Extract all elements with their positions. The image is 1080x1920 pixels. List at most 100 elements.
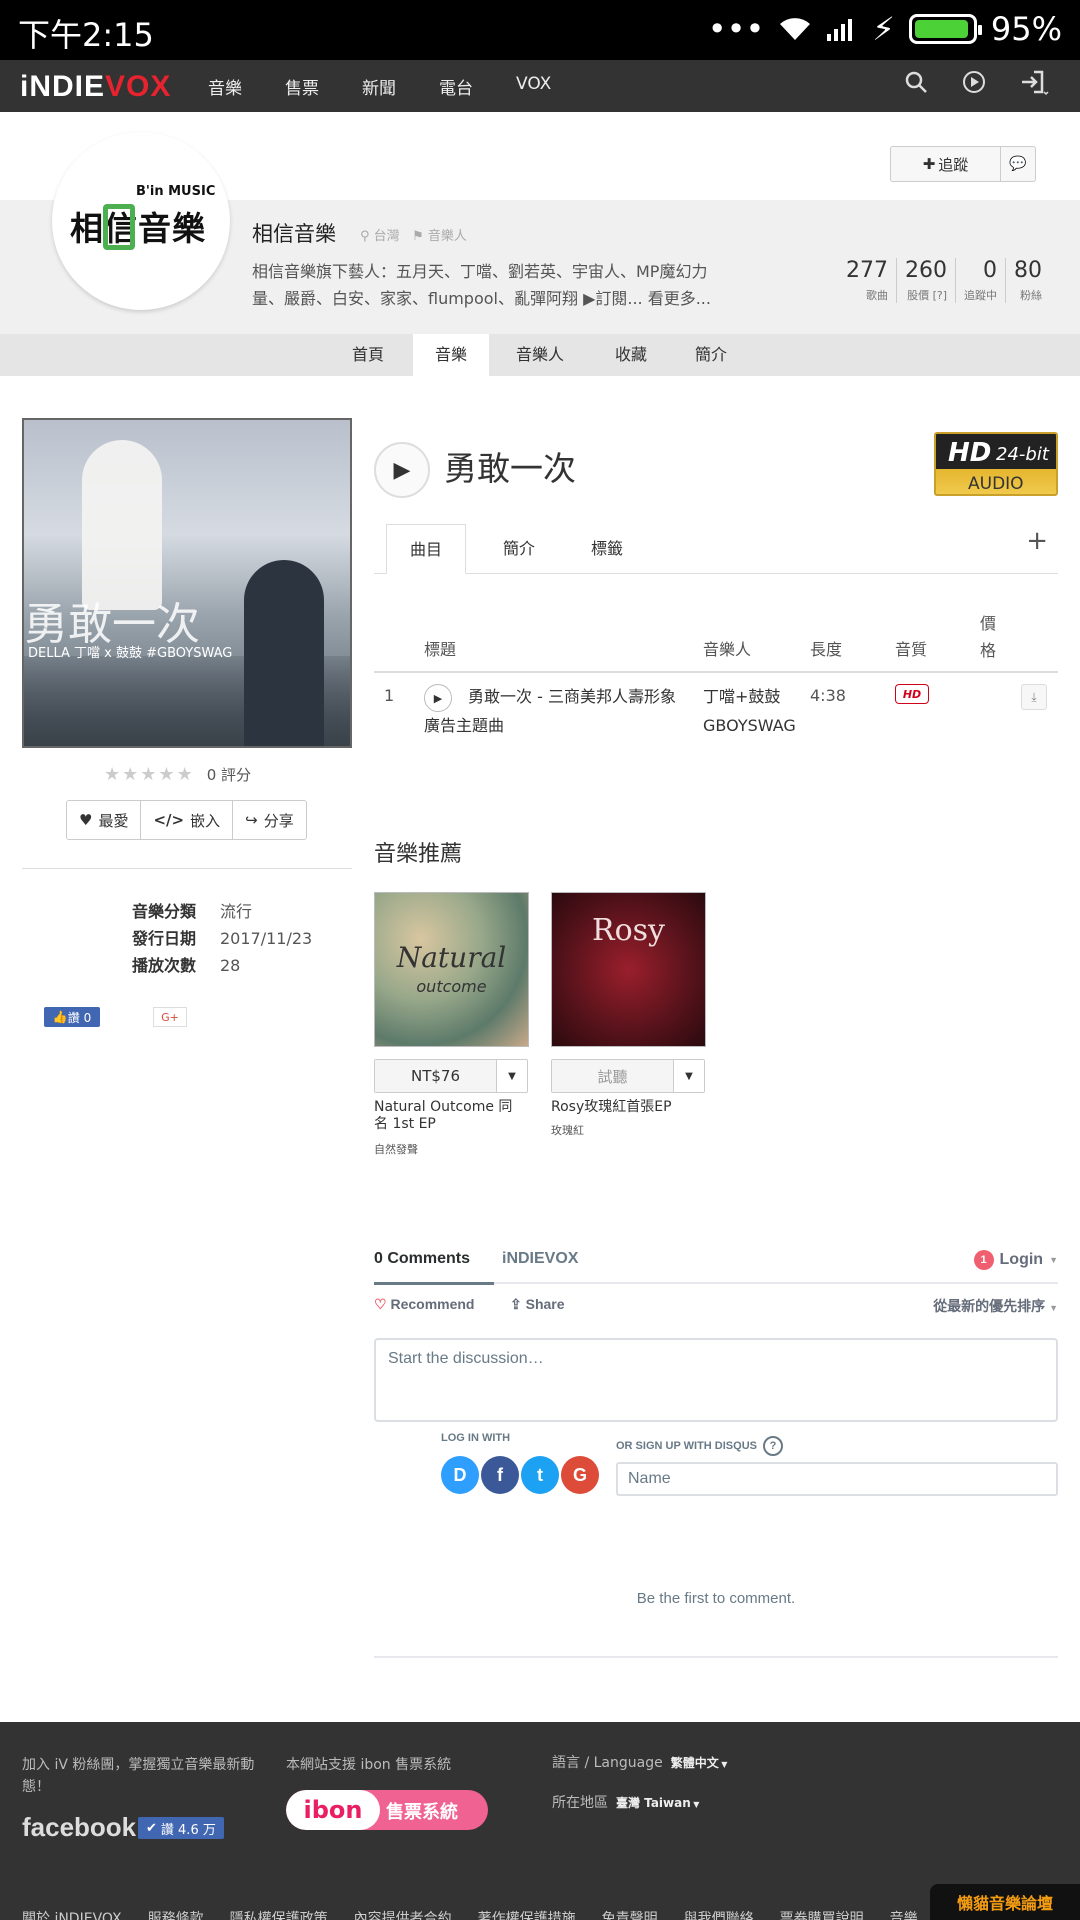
artist-name[interactable]: 相信音樂 xyxy=(252,218,336,248)
tab-intro[interactable]: 簡介 xyxy=(484,524,554,574)
track-number: 1 xyxy=(384,686,395,705)
footer-links: 關於 iNDIEVOX 服務條款 隱私權保護政策 內容提供者合約 著作權保護措施… xyxy=(22,1908,931,1920)
share-button[interactable]: ↪ 分享 xyxy=(233,801,306,839)
empty-comments-text: Be the first to comment. xyxy=(636,1590,796,1607)
tab-tags[interactable]: 標籤 xyxy=(572,524,642,574)
track-artist[interactable]: 丁噹+鼓鼓 GBOYSWAG xyxy=(703,682,803,740)
search-icon[interactable] xyxy=(904,70,928,94)
recommend-artist[interactable]: 玫瑰紅 xyxy=(551,1122,584,1138)
hd-text: HD xyxy=(948,438,992,468)
recommend-artist[interactable]: 自然發聲 xyxy=(374,1141,418,1157)
star-icon[interactable]: ★ xyxy=(158,764,174,785)
name-input[interactable]: Name xyxy=(616,1462,1058,1496)
preview-button[interactable]: 試聽 xyxy=(552,1060,674,1092)
language-label: 語言 / Language xyxy=(552,1755,663,1771)
recommend-cover[interactable]: Natural outcome xyxy=(374,892,529,1047)
facebook-logo[interactable]: facebook xyxy=(22,1812,136,1843)
help-icon[interactable]: ? xyxy=(762,1436,783,1456)
favorite-label: 最愛 xyxy=(98,811,129,830)
footer-link[interactable]: 與我們聯絡 xyxy=(684,1908,754,1920)
login-with-label: LOG IN WITH xyxy=(441,1432,511,1444)
recommend-button[interactable]: ♡ Recommend xyxy=(374,1296,474,1313)
sort-dropdown[interactable]: 從最新的優先排序 ▼ xyxy=(933,1296,1058,1316)
disqus-login-icon[interactable]: D xyxy=(441,1456,479,1494)
caret-down-icon: ▼ xyxy=(718,1760,728,1769)
share-icon: ↪ xyxy=(245,811,258,829)
recommend-album-name[interactable]: Natural Outcome 同名 1st EP xyxy=(374,1099,524,1133)
facebook-login-icon[interactable]: f xyxy=(481,1456,519,1494)
community-tab[interactable]: iNDIEVOX xyxy=(502,1250,578,1268)
indievox-logo[interactable]: iNDIEVOX xyxy=(20,70,171,104)
footer-link[interactable]: 服務條款 xyxy=(148,1908,204,1920)
nav-link-music[interactable]: 音樂 xyxy=(208,74,285,99)
comments-count-tab[interactable]: 0 Comments xyxy=(374,1250,470,1268)
cover-text: outcome xyxy=(416,977,487,996)
fb-like-label: 讚 0 xyxy=(67,1010,92,1025)
stat-fans[interactable]: 80 粉絲 xyxy=(1006,258,1050,303)
watermark: 懶貓音樂論壇 xyxy=(930,1884,1080,1920)
track-play-button[interactable]: ▶ xyxy=(424,684,452,712)
add-icon[interactable]: + xyxy=(1026,526,1048,556)
cover-figure xyxy=(82,440,162,610)
charging-icon: ⚡ xyxy=(872,10,895,48)
footer-link[interactable]: 免責聲明 xyxy=(602,1908,658,1920)
info-row: 播放次數 28 xyxy=(132,952,312,979)
facebook-like-button[interactable]: 👍 讚 0 xyxy=(44,1007,100,1027)
footer-link[interactable]: 關於 iNDIEVOX xyxy=(22,1908,122,1920)
star-icon[interactable]: ★ xyxy=(122,764,138,785)
follow-button[interactable]: ✚ 追蹤 xyxy=(891,147,1001,181)
chevron-down-icon[interactable]: ▼ xyxy=(497,1060,527,1092)
recommend-cover[interactable]: Rosy xyxy=(551,892,706,1047)
tab-tracks[interactable]: 曲目 xyxy=(386,524,466,574)
nav-link-radio[interactable]: 電台 xyxy=(439,74,516,99)
comment-textarea[interactable]: Start the discussion… xyxy=(374,1338,1058,1422)
stat-songs[interactable]: 277 歌曲 xyxy=(838,258,897,303)
message-button[interactable]: 💬 xyxy=(1001,147,1035,181)
play-album-button[interactable]: ▶ xyxy=(374,442,430,498)
artist-role: 音樂人 xyxy=(427,229,467,244)
stat-share-price[interactable]: 260 股價 [?] xyxy=(897,258,956,303)
twitter-login-icon[interactable]: t xyxy=(521,1456,559,1494)
album-title: 勇敢一次 xyxy=(444,449,576,488)
favorite-button[interactable]: ♥ 最愛 xyxy=(67,801,142,839)
info-value[interactable]: 流行 xyxy=(220,902,252,921)
nav-link-tickets[interactable]: 售票 xyxy=(285,74,362,99)
region-selector[interactable]: 所在地區 臺灣 Taiwan ▼ xyxy=(552,1792,699,1812)
tab-artists[interactable]: 音樂人 xyxy=(506,334,574,376)
download-button[interactable]: ⤓ xyxy=(1021,684,1047,710)
check-icon: ✔ xyxy=(146,1820,157,1836)
footer-link[interactable]: 隱私權保護政策 xyxy=(230,1908,328,1920)
footer-link[interactable]: 票券購買說明 xyxy=(780,1908,864,1920)
facebook-like-button[interactable]: ✔ 讚 4.6 万 xyxy=(138,1817,224,1839)
star-icon[interactable]: ★ xyxy=(140,764,156,785)
nav-link-vox[interactable]: VOX xyxy=(516,74,593,99)
more-dots-icon: ••• xyxy=(707,10,765,48)
embed-button[interactable]: </> 嵌入 xyxy=(141,801,234,839)
footer-link[interactable]: 音樂... xyxy=(890,1908,931,1920)
nav-link-news[interactable]: 新聞 xyxy=(362,74,439,99)
ibon-logo[interactable]: ibon 售票系統 xyxy=(286,1790,488,1830)
footer-link[interactable]: 著作權保護措施 xyxy=(478,1908,576,1920)
login-icon[interactable] xyxy=(1020,70,1050,96)
tab-home[interactable]: 首頁 xyxy=(338,334,398,376)
star-icon[interactable]: ★ xyxy=(104,764,120,785)
share-button[interactable]: ⇪ Share xyxy=(510,1296,565,1313)
star-icon[interactable]: ★ xyxy=(177,764,193,785)
buy-button-group: NT$76 ▼ xyxy=(374,1059,528,1093)
tab-music[interactable]: 音樂 xyxy=(413,334,489,376)
footer-link[interactable]: 內容提供者合約 xyxy=(354,1908,452,1920)
tab-about[interactable]: 簡介 xyxy=(684,334,738,376)
language-selector[interactable]: 語言 / Language 繁體中文 ▼ xyxy=(552,1752,727,1772)
recommend-album-name[interactable]: Rosy玫瑰紅首張EP xyxy=(551,1099,701,1116)
album-cover[interactable]: 勇敢一次 DELLA 丁噹 x 鼓鼓 #GBOYSWAG xyxy=(22,418,352,748)
stat-following[interactable]: 0 追蹤中 xyxy=(956,258,1006,303)
login-menu[interactable]: 1 Login ▼ xyxy=(973,1250,1058,1270)
google-login-icon[interactable]: G xyxy=(561,1456,599,1494)
google-plus-button[interactable]: G+ xyxy=(153,1007,187,1027)
chevron-down-icon[interactable]: ▼ xyxy=(674,1060,704,1092)
track-title[interactable]: 勇敢一次 - 三商美邦人壽形象廣告主題曲 xyxy=(424,682,684,740)
play-circle-icon[interactable] xyxy=(962,70,986,94)
buy-button[interactable]: NT$76 xyxy=(375,1060,497,1092)
tab-collections[interactable]: 收藏 xyxy=(604,334,658,376)
social-login-buttons: D f t G xyxy=(441,1456,599,1494)
